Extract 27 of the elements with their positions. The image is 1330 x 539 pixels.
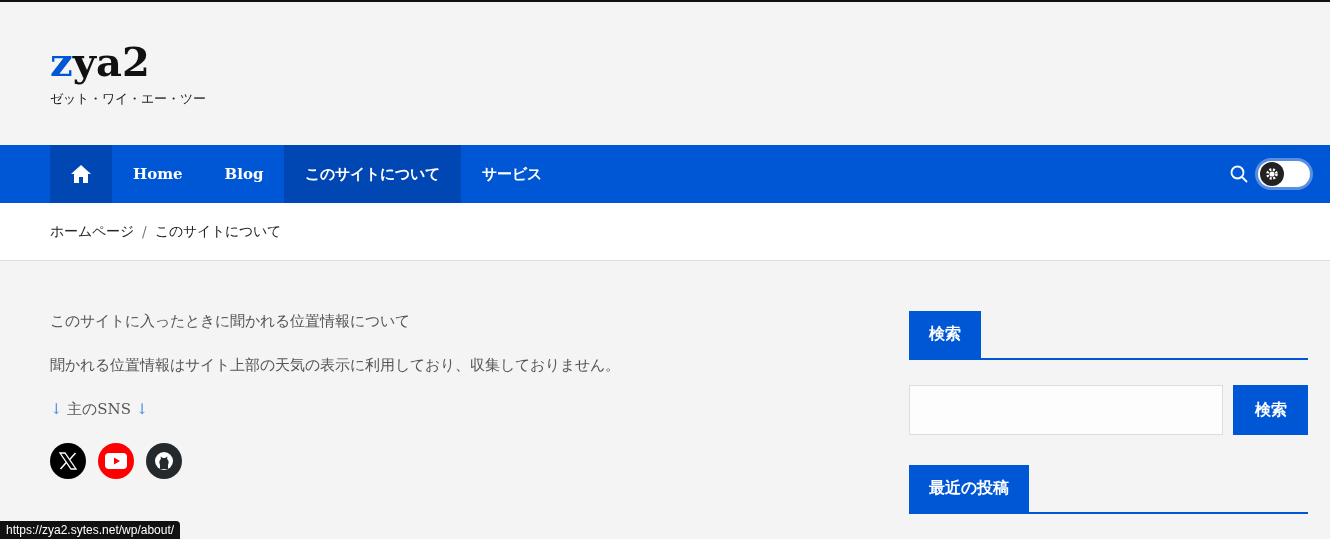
- search-field[interactable]: [909, 385, 1223, 435]
- search-button[interactable]: 検索: [1233, 385, 1308, 435]
- nav-link[interactable]: Home: [112, 145, 204, 203]
- house-icon: [70, 164, 92, 184]
- play-icon: [105, 453, 127, 469]
- paragraph: このサイトに入ったときに聞かれる位置情報について: [50, 311, 410, 331]
- x-logo-icon: [58, 451, 78, 471]
- nav-link[interactable]: Blog: [203, 145, 285, 203]
- search-icon[interactable]: [1230, 165, 1248, 183]
- youtube-link[interactable]: [98, 443, 134, 479]
- cat-icon: [153, 450, 175, 472]
- breadcrumb-link[interactable]: ホームページ: [50, 222, 134, 241]
- status-bar-url: https://zya2.sytes.net/wp/about/: [0, 521, 181, 539]
- paragraph: 聞かれる位置情報はサイト上部の天気の表示に利用しており、収集しておりません。: [50, 355, 620, 375]
- widget-title: 最近の投稿: [909, 465, 1029, 512]
- dark-mode-toggle[interactable]: [1258, 161, 1310, 187]
- site-tagline: ゼット・ワイ・エー・ツー: [50, 90, 206, 108]
- widget-title: 検索: [909, 311, 981, 358]
- x-link[interactable]: [50, 443, 86, 479]
- nav-link[interactable]: サービス: [461, 145, 564, 203]
- github-link[interactable]: [146, 443, 182, 479]
- site-logo[interactable]: zya2: [50, 38, 150, 86]
- sns-heading: ↓ 主のSNS ↓: [50, 399, 149, 419]
- nav-link[interactable]: このサイトについて: [284, 145, 462, 203]
- home-button[interactable]: [50, 145, 112, 203]
- breadcrumb-current: このサイトについて: [154, 222, 281, 241]
- breadcrumb-separator: /: [142, 223, 147, 240]
